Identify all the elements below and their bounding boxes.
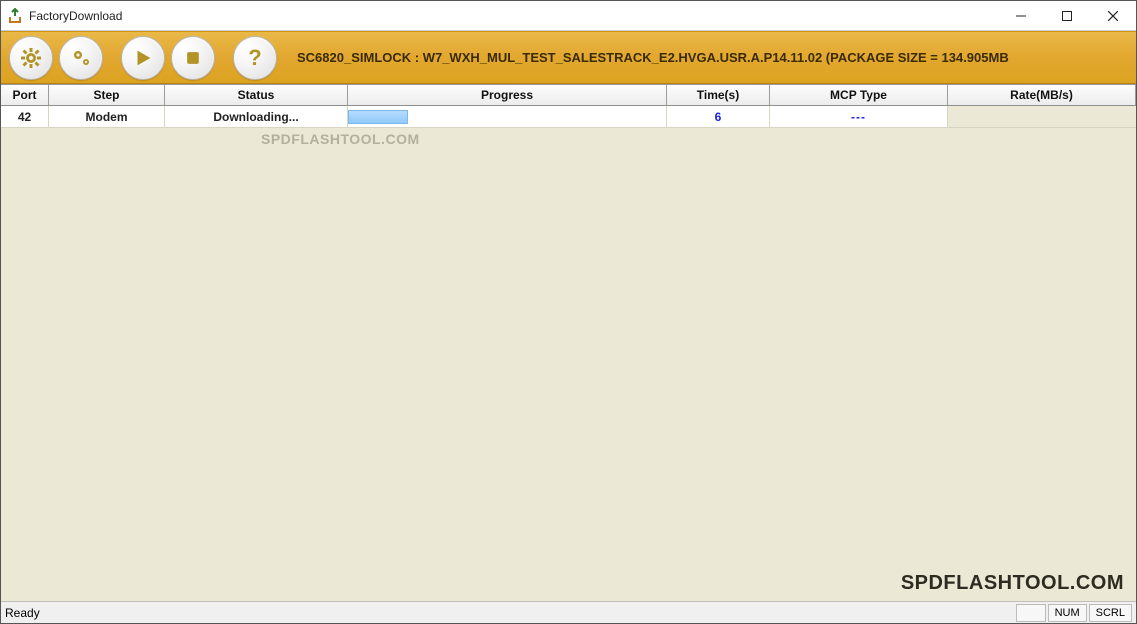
cell-step: Modem [49, 106, 165, 127]
start-download-button[interactable] [121, 36, 165, 80]
load-packet-button[interactable] [59, 36, 103, 80]
status-ready: Ready [5, 606, 1014, 620]
col-header-status[interactable]: Status [165, 85, 348, 105]
col-header-progress[interactable]: Progress [348, 85, 667, 105]
window-titlebar: FactoryDownload [1, 1, 1136, 31]
stop-download-button[interactable] [171, 36, 215, 80]
cell-mcp: --- [770, 106, 948, 127]
help-button[interactable]: ? [233, 36, 277, 80]
cell-rate [948, 106, 1136, 127]
status-scrl: SCRL [1089, 604, 1132, 622]
app-icon [7, 8, 23, 24]
col-header-rate[interactable]: Rate(MB/s) [948, 85, 1136, 105]
gear-icon [19, 46, 43, 70]
col-header-port[interactable]: Port [1, 85, 49, 105]
col-header-mcp[interactable]: MCP Type [770, 85, 948, 105]
grid-header: Port Step Status Progress Time(s) MCP Ty… [1, 85, 1136, 106]
cell-progress [348, 106, 667, 127]
gears-icon [69, 46, 93, 70]
grid-empty-area: SPDFLASHTOOL.COM SPDFLASHTOOL.COM [1, 128, 1136, 601]
cell-status: Downloading... [165, 106, 348, 127]
window-title: FactoryDownload [29, 9, 122, 23]
watermark-bottom: SPDFLASHTOOL.COM [901, 572, 1124, 595]
play-icon [132, 47, 154, 69]
settings-button[interactable] [9, 36, 53, 80]
cell-time: 6 [667, 106, 770, 127]
table-row[interactable]: 42 Modem Downloading... 6 --- [1, 106, 1136, 128]
package-info-text: SC6820_SIMLOCK : W7_WXH_MUL_TEST_SALESTR… [297, 50, 1009, 65]
download-grid: Port Step Status Progress Time(s) MCP Ty… [1, 84, 1136, 601]
status-bar: Ready NUM SCRL [1, 601, 1136, 623]
progress-bar [348, 110, 408, 124]
col-header-step[interactable]: Step [49, 85, 165, 105]
watermark-top: SPDFLASHTOOL.COM [261, 131, 420, 147]
status-blank [1016, 604, 1046, 622]
maximize-button[interactable] [1044, 1, 1090, 30]
close-button[interactable] [1090, 1, 1136, 30]
main-toolbar: ? SC6820_SIMLOCK : W7_WXH_MUL_TEST_SALES… [1, 31, 1136, 84]
minimize-button[interactable] [998, 1, 1044, 30]
stop-icon [183, 48, 203, 68]
col-header-time[interactable]: Time(s) [667, 85, 770, 105]
window-controls [998, 1, 1136, 30]
status-num: NUM [1048, 604, 1087, 622]
cell-port: 42 [1, 106, 49, 127]
question-icon: ? [248, 45, 261, 71]
